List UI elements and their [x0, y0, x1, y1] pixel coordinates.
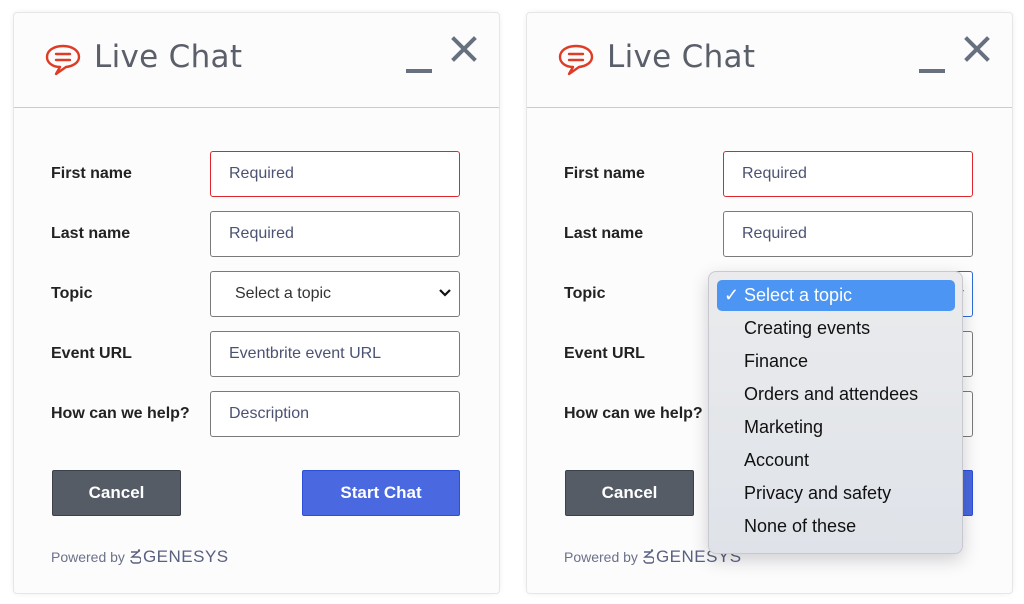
- last-name-placeholder: Required: [742, 225, 807, 242]
- event-url-placeholder: Eventbrite event URL: [229, 345, 382, 362]
- genesys-brand-text: GENESYS: [142, 547, 229, 566]
- event-url-input[interactable]: Eventbrite event URL: [210, 331, 460, 377]
- event-url-label: Event URL: [51, 345, 132, 362]
- minimize-button[interactable]: [406, 49, 432, 75]
- minimize-button[interactable]: [919, 49, 945, 75]
- topic-option-label: Select a topic: [744, 285, 853, 305]
- event-url-row: Event URL Eventbrite event URL: [14, 331, 499, 379]
- start-chat-button[interactable]: Start Chat: [302, 470, 460, 516]
- genesys-logo-icon: [643, 549, 654, 564]
- topic-option-label: Creating events: [744, 318, 871, 338]
- chat-title: Live Chat: [607, 39, 756, 75]
- powered-by-text: Powered by: [564, 549, 638, 565]
- topic-option-label: Account: [744, 450, 810, 470]
- topic-row: Topic Select a topic: [14, 271, 499, 319]
- topic-label: Topic: [564, 285, 606, 302]
- chat-header: Live Chat: [527, 13, 1012, 108]
- last-name-placeholder: Required: [229, 225, 294, 242]
- live-chat-panel-left: Live Chat First name Required Last name …: [13, 12, 500, 594]
- minimize-icon: [919, 69, 945, 73]
- topic-option[interactable]: Orders and attendees: [717, 379, 955, 410]
- genesys-logo: GENESYS: [129, 547, 229, 567]
- first-name-label: First name: [564, 165, 645, 182]
- first-name-placeholder: Required: [742, 165, 807, 182]
- cancel-button[interactable]: Cancel: [565, 470, 694, 516]
- powered-by-text: Powered by: [51, 549, 125, 565]
- chat-bubble-icon: [45, 44, 81, 76]
- first-name-input[interactable]: Required: [210, 151, 460, 197]
- description-input[interactable]: Description: [210, 391, 460, 437]
- topic-option-label: Marketing: [744, 417, 824, 437]
- last-name-row: Last name Required: [14, 211, 499, 259]
- topic-option[interactable]: Creating events: [717, 313, 955, 344]
- checkmark-icon: ✓: [724, 285, 740, 305]
- chat-header: Live Chat: [14, 13, 499, 108]
- close-icon: [451, 36, 477, 62]
- topic-option-label: Privacy and safety: [744, 483, 892, 503]
- last-name-input[interactable]: Required: [723, 211, 973, 257]
- help-label: How can we help?: [564, 405, 703, 422]
- event-url-label: Event URL: [564, 345, 645, 362]
- last-name-label: Last name: [564, 225, 644, 242]
- last-name-row: Last name Required: [527, 211, 1012, 259]
- powered-by-footer: Powered by GENESYS: [51, 547, 229, 567]
- topic-option-label: Finance: [744, 351, 809, 371]
- topic-option[interactable]: Finance: [717, 346, 955, 377]
- topic-option-label: None of these: [744, 516, 857, 536]
- topic-option[interactable]: Privacy and safety: [717, 478, 955, 509]
- chat-title: Live Chat: [94, 39, 243, 75]
- first-name-row: First name Required: [527, 151, 1012, 199]
- close-icon: [964, 36, 990, 62]
- description-placeholder: Description: [229, 405, 310, 422]
- chevron-down-icon: [439, 289, 451, 297]
- genesys-logo-icon: [130, 549, 141, 564]
- chat-bubble-icon: [558, 44, 594, 76]
- topic-selected-value: Select a topic: [235, 285, 332, 302]
- topic-option[interactable]: Marketing: [717, 412, 955, 443]
- topic-option[interactable]: ✓ Select a topic: [717, 280, 955, 311]
- topic-label: Topic: [51, 285, 93, 302]
- help-label: How can we help?: [51, 405, 190, 422]
- first-name-placeholder: Required: [229, 165, 294, 182]
- topic-option[interactable]: Account: [717, 445, 955, 476]
- first-name-input[interactable]: Required: [723, 151, 973, 197]
- help-row: How can we help? Description: [14, 391, 499, 439]
- topic-option[interactable]: None of these: [717, 511, 955, 542]
- first-name-label: First name: [51, 165, 132, 182]
- last-name-label: Last name: [51, 225, 131, 242]
- first-name-row: First name Required: [14, 151, 499, 199]
- topic-option-label: Orders and attendees: [744, 384, 919, 404]
- topic-select[interactable]: Select a topic: [210, 271, 460, 317]
- minimize-icon: [406, 69, 432, 73]
- cancel-button[interactable]: Cancel: [52, 470, 181, 516]
- close-button[interactable]: [450, 35, 478, 63]
- topic-dropdown-menu: ✓ Select a topic Creating events Finance…: [708, 271, 963, 554]
- last-name-input[interactable]: Required: [210, 211, 460, 257]
- close-button[interactable]: [963, 35, 991, 63]
